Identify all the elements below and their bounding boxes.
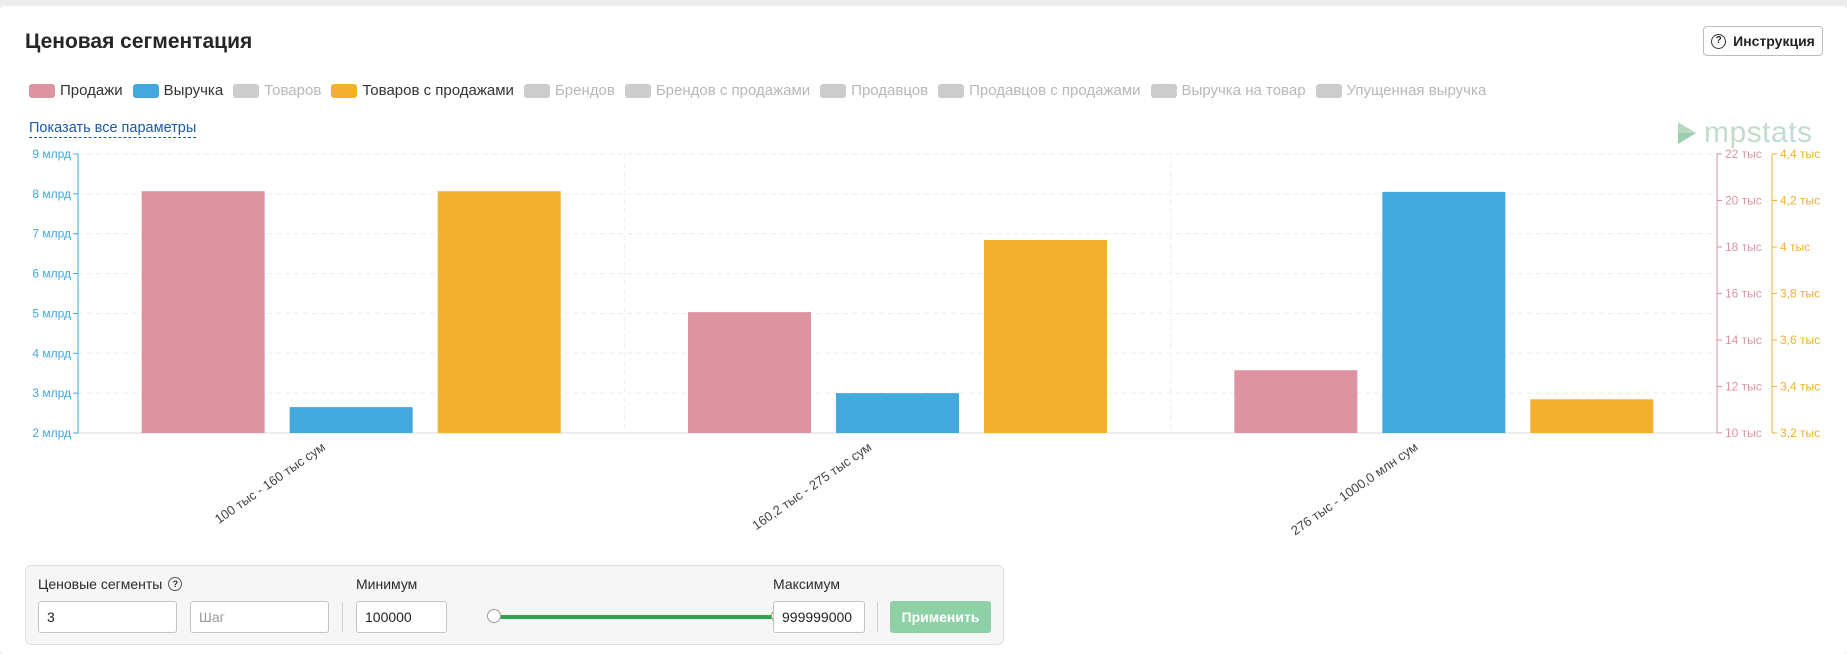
chart-bar (1234, 370, 1358, 433)
y-tick-label: 5 млрд (32, 306, 71, 320)
y-tick-label: 3,4 тыс (1780, 380, 1820, 394)
max-label: Максимум (773, 576, 840, 592)
max-input[interactable] (773, 601, 865, 633)
y-tick-label: 4 млрд (32, 346, 71, 360)
y-tick-label: 16 тыс (1725, 287, 1762, 301)
step-input[interactable] (190, 601, 329, 633)
min-input[interactable] (356, 601, 447, 633)
y-tick-label: 4,2 тыс (1780, 194, 1820, 208)
slider-min-handle[interactable] (487, 609, 501, 623)
y-tick-label: 3,6 тыс (1780, 333, 1820, 347)
y-tick-label: 4,4 тыс (1780, 147, 1820, 161)
y-tick-label: 12 тыс (1725, 380, 1762, 394)
y-tick-label: 18 тыс (1725, 240, 1762, 254)
chart-bar (984, 240, 1107, 433)
price-segment-chart: 2 млрд 3 млрд 4 млрд 5 млрд 6 млрд 7 млрд 8 мл… (32, 147, 1820, 538)
chart-bar (836, 393, 959, 433)
filter-panel: Ценовые сегменты ? Минимум Максимум Прим… (25, 565, 1004, 645)
y-tick-label: 9 млрд (32, 147, 71, 161)
x-tick-label: 160,2 тыс - 275 тыс сум (749, 439, 874, 533)
chart-bar (1530, 399, 1654, 433)
y-tick-label: 22 тыс (1725, 147, 1762, 161)
x-tick-label: 100 тыс - 160 тыс сум (212, 439, 328, 527)
min-label: Минимум (356, 576, 418, 592)
y-tick-label: 10 тыс (1725, 426, 1762, 440)
segments-input[interactable] (38, 601, 177, 633)
price-range-slider[interactable] (494, 615, 778, 619)
chart-bar (141, 191, 265, 433)
y-tick-label: 4 тыс (1780, 240, 1810, 254)
chart-bar (437, 191, 561, 433)
y-tick-label: 3,8 тыс (1780, 287, 1820, 301)
chart-bar (289, 407, 413, 433)
chart-bar (688, 312, 811, 433)
y-tick-label: 3 млрд (32, 386, 71, 400)
y-tick-label: 8 млрд (32, 187, 71, 201)
y-tick-label: 20 тыс (1725, 194, 1762, 208)
chart-bar (1382, 191, 1506, 433)
y-tick-label: 6 млрд (32, 267, 71, 281)
segments-label-group: Ценовые сегменты ? (38, 576, 183, 592)
y-tick-label: 7 млрд (32, 227, 71, 241)
y-tick-label: 14 тыс (1725, 333, 1762, 347)
apply-button[interactable]: Применить (890, 601, 991, 633)
y-tick-label: 3,2 тыс (1780, 426, 1820, 440)
segments-label: Ценовые сегменты (38, 576, 163, 592)
x-tick-label: 276 тыс - 1000,0 млн сум (1288, 439, 1420, 538)
segments-help-icon[interactable]: ? (168, 577, 183, 591)
y-tick-label: 2 млрд (32, 426, 71, 440)
divider (342, 602, 343, 632)
divider (877, 602, 878, 632)
